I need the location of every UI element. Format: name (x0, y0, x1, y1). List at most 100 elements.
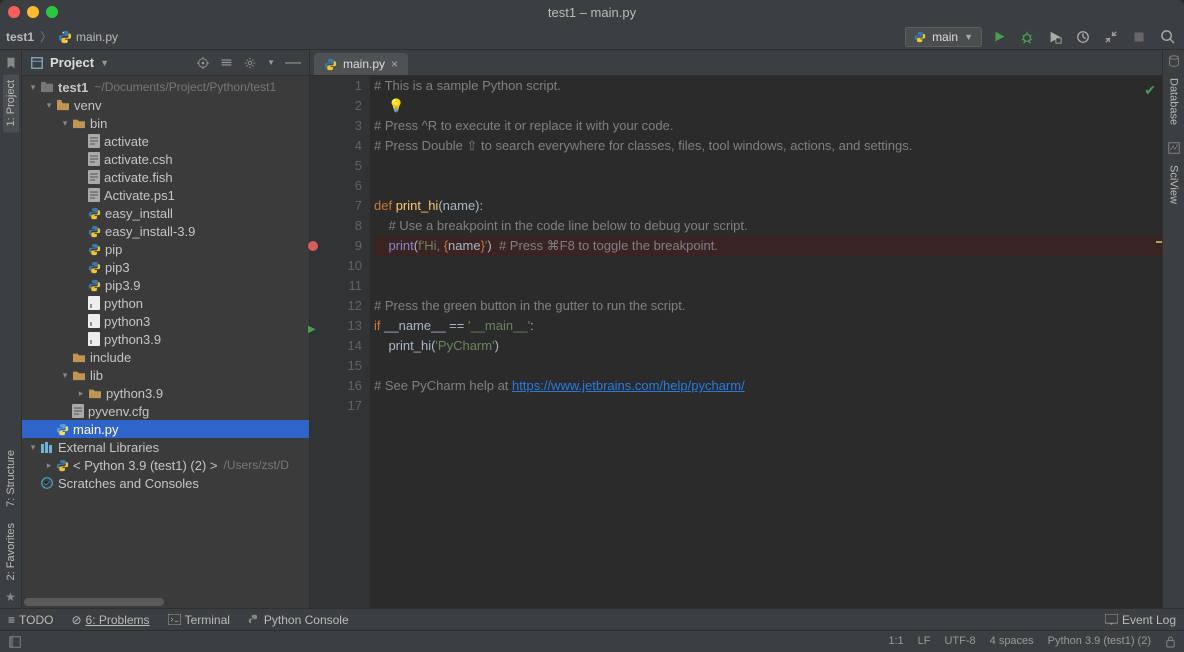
project-tool-tab[interactable]: 1: Project (3, 74, 19, 132)
marker-gutter (310, 76, 322, 608)
help-link[interactable]: https://www.jetbrains.com/help/pycharm/ (512, 378, 745, 393)
run-gutter-icon[interactable]: ▶ (308, 320, 316, 340)
tree-folder-lib[interactable]: ▾lib (22, 366, 309, 384)
status-bar: 1:1 LF UTF-8 4 spaces Python 3.9 (test1)… (0, 630, 1184, 652)
code-content[interactable]: 💡 ✔ # This is a sample Python script. # … (370, 76, 1162, 608)
python-console-tool-button[interactable]: Python Console (248, 613, 349, 627)
binary-file-icon (88, 296, 100, 310)
attach-button[interactable] (1100, 26, 1122, 48)
breadcrumb: test1 〉 main.py (6, 28, 118, 45)
text-file-icon (88, 170, 100, 184)
breakpoint-icon[interactable] (308, 241, 318, 251)
terminal-tool-button[interactable]: Terminal (168, 613, 230, 627)
tree-file-pyvenv[interactable]: pyvenv.cfg (22, 402, 309, 420)
breadcrumb-root[interactable]: test1 (6, 30, 34, 44)
tree-root-name: test1 (58, 80, 88, 95)
event-log-button[interactable]: Event Log (1105, 613, 1176, 627)
python-sdk-icon (56, 459, 69, 472)
tree-file[interactable]: activate.fish (22, 168, 309, 186)
project-tree[interactable]: ▾ test1 ~/Documents/Project/Python/test1… (22, 76, 309, 596)
tree-scratches[interactable]: Scratches and Consoles (22, 474, 309, 492)
folder-icon (72, 117, 86, 129)
tree-file[interactable]: easy_install (22, 204, 309, 222)
editor-tab-main-py[interactable]: main.py × (314, 53, 408, 75)
line-separator[interactable]: LF (918, 635, 931, 648)
horizontal-scrollbar[interactable] (22, 596, 309, 608)
analysis-check-icon[interactable]: ✔ (1144, 80, 1156, 100)
python-file-icon (88, 279, 101, 292)
python-file-icon (88, 225, 101, 238)
tree-file[interactable]: pip3 (22, 258, 309, 276)
tool-windows-toggle[interactable] (8, 635, 22, 649)
structure-tool-tab[interactable]: 7: Structure (3, 444, 19, 513)
profile-button[interactable] (1072, 26, 1094, 48)
error-stripe-marker[interactable] (1156, 241, 1162, 243)
locate-icon[interactable] (196, 56, 210, 70)
intention-bulb-icon[interactable]: 💡 (388, 96, 404, 116)
lock-icon[interactable] (1165, 635, 1176, 648)
tree-file[interactable]: python3.9 (22, 330, 309, 348)
tree-folder-lib-py39[interactable]: ▸python3.9 (22, 384, 309, 402)
maximize-window-icon[interactable] (46, 6, 58, 18)
tree-sdk[interactable]: ▸< Python 3.9 (test1) (2) >/Users/zst/D (22, 456, 309, 474)
problems-tool-button[interactable]: ⊘6: Problems (71, 613, 149, 627)
tree-folder-include[interactable]: include (22, 348, 309, 366)
run-with-coverage-button[interactable] (1044, 26, 1066, 48)
todo-tool-button[interactable]: ≡TODO (8, 613, 53, 627)
python-file-icon (88, 207, 101, 220)
bookmark-icon[interactable] (4, 56, 18, 70)
tree-folder-venv[interactable]: ▾ venv (22, 96, 309, 114)
tree-file[interactable]: activate.csh (22, 150, 309, 168)
dropdown-arrow-icon: ▼ (964, 32, 973, 42)
right-tool-gutter: Database SciView (1162, 50, 1184, 608)
tree-file[interactable]: pip3.9 (22, 276, 309, 294)
tree-file[interactable]: python (22, 294, 309, 312)
tree-file[interactable]: python3 (22, 312, 309, 330)
expand-arrow-icon[interactable]: ▾ (26, 442, 40, 453)
tree-file[interactable]: pip (22, 240, 309, 258)
hide-panel-icon[interactable]: — (285, 54, 301, 72)
module-icon (40, 81, 54, 93)
sciview-tool-tab[interactable]: SciView (1166, 159, 1182, 210)
expand-arrow-icon[interactable]: ▾ (58, 370, 72, 381)
collapse-arrow-icon[interactable]: ▸ (74, 388, 88, 399)
run-button[interactable] (988, 26, 1010, 48)
settings-gear-icon[interactable] (243, 56, 257, 70)
tree-external-libraries[interactable]: ▾External Libraries (22, 438, 309, 456)
run-configuration-selector[interactable]: main ▼ (905, 27, 982, 47)
expand-arrow-icon[interactable]: ▾ (26, 82, 40, 93)
list-icon: ≡ (8, 613, 15, 627)
expand-arrow-icon[interactable]: ▾ (42, 100, 56, 111)
tree-root[interactable]: ▾ test1 ~/Documents/Project/Python/test1 (22, 78, 309, 96)
minimize-window-icon[interactable] (27, 6, 39, 18)
stop-button[interactable] (1128, 26, 1150, 48)
cursor-position[interactable]: 1:1 (888, 635, 903, 648)
interpreter-indicator[interactable]: Python 3.9 (test1) (2) (1048, 635, 1151, 648)
python-file-icon (58, 30, 72, 44)
debug-button[interactable] (1016, 26, 1038, 48)
line-number-gutter[interactable]: 1 2 3 4 5 6 7 8 9 10 11 12 13▶ 14 15 16 … (322, 76, 370, 608)
favorites-tool-tab[interactable]: 2: Favorites (3, 517, 19, 586)
search-everywhere-button[interactable] (1156, 26, 1178, 48)
file-encoding[interactable]: UTF-8 (944, 635, 975, 648)
dropdown-arrow-icon[interactable]: ▼ (100, 58, 109, 68)
dropdown-arrow-icon[interactable]: ▼ (267, 58, 275, 67)
collapse-icon[interactable] (220, 56, 233, 69)
database-icon[interactable] (1167, 54, 1181, 68)
indent-setting[interactable]: 4 spaces (990, 635, 1034, 648)
tree-file[interactable]: activate (22, 132, 309, 150)
text-file-icon (88, 152, 100, 166)
breadcrumb-file[interactable]: main.py (76, 30, 118, 44)
collapse-arrow-icon[interactable]: ▸ (42, 460, 56, 471)
database-tool-tab[interactable]: Database (1166, 72, 1182, 131)
close-window-icon[interactable] (8, 6, 20, 18)
tree-folder-bin[interactable]: ▾ bin (22, 114, 309, 132)
editor-body[interactable]: 1 2 3 4 5 6 7 8 9 10 11 12 13▶ 14 15 16 … (310, 76, 1162, 608)
tree-file-main-py[interactable]: main.py (22, 420, 309, 438)
tree-file[interactable]: Activate.ps1 (22, 186, 309, 204)
folder-icon (56, 99, 70, 111)
close-tab-icon[interactable]: × (391, 57, 398, 71)
tree-file[interactable]: easy_install-3.9 (22, 222, 309, 240)
sciview-icon[interactable] (1167, 141, 1181, 155)
expand-arrow-icon[interactable]: ▾ (58, 118, 72, 129)
